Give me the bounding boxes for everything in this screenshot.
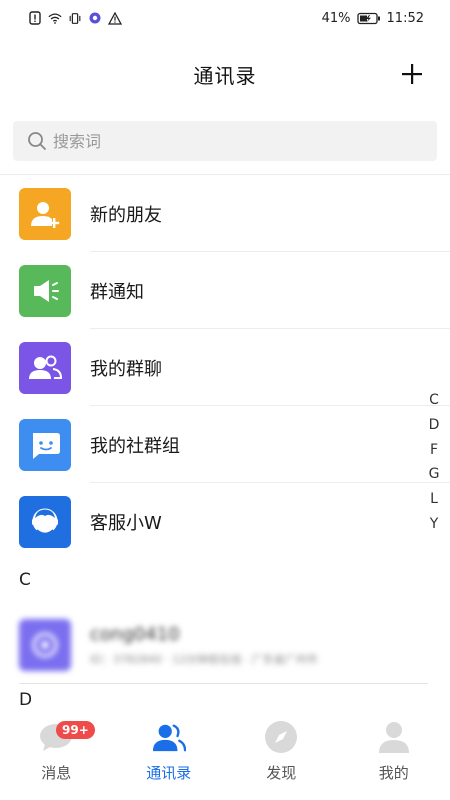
app-notification-icon (88, 11, 102, 25)
speaker-icon (19, 264, 71, 317)
index-letter[interactable]: F (430, 438, 438, 463)
entry-label: 我的群聊 (90, 358, 162, 380)
tab-label: 消息 (41, 764, 72, 782)
entry-group-notice[interactable]: 群通知 (0, 252, 450, 329)
search-input[interactable] (53, 131, 413, 151)
entry-label: 群通知 (90, 281, 144, 303)
battery-percent: 41% (321, 10, 351, 26)
alert-icon (28, 11, 42, 25)
add-friend-icon (19, 187, 71, 240)
tab-contacts[interactable]: 通讯录 (113, 708, 226, 800)
tab-bar: 99+ 消息 通讯录 发现 我的 (0, 708, 450, 800)
warning-icon (108, 11, 122, 25)
chat-face-icon (19, 418, 71, 471)
plus-icon (402, 64, 422, 84)
compass-icon (264, 720, 298, 754)
section-header-c: C (19, 570, 31, 590)
entry-new-friends[interactable]: 新的朋友 (0, 175, 450, 252)
vibrate-icon (68, 11, 82, 25)
search-bar[interactable] (13, 121, 437, 161)
tab-label: 通讯录 (146, 764, 192, 782)
battery-icon (356, 11, 381, 25)
tab-label: 我的 (378, 764, 409, 782)
wifi-icon (48, 11, 62, 25)
entry-customer-service[interactable]: 客服小W (0, 483, 450, 560)
index-letter[interactable]: G (429, 462, 440, 487)
entry-label: 客服小W (90, 512, 162, 534)
contact-subtitle: ID：3782840 · 12分钟前在线 · 广东省广州市 (90, 652, 318, 666)
clock: 11:52 (386, 10, 424, 26)
group-icon (19, 341, 71, 394)
index-letter[interactable]: C (429, 388, 439, 413)
tab-me[interactable]: 我的 (338, 708, 450, 800)
entry-label: 新的朋友 (90, 204, 162, 226)
status-left (28, 11, 122, 25)
header: 通讯录 (0, 50, 450, 98)
customer-service-icon (19, 495, 71, 548)
status-right: 41% 11:52 (322, 11, 424, 26)
profile-icon (377, 720, 411, 754)
search-icon (27, 131, 47, 151)
tab-label: 发现 (266, 764, 297, 782)
contact-name: cong0410 (90, 623, 180, 645)
entry-label: 我的社群组 (90, 435, 180, 457)
function-list: 新的朋友 群通知 我的群聊 我的社群组 客服小W (0, 175, 450, 560)
divider (19, 683, 428, 684)
page-title: 通讯录 (193, 63, 257, 88)
entry-my-communities[interactable]: 我的社群组 (0, 406, 450, 483)
entry-my-groups[interactable]: 我的群聊 (0, 329, 450, 406)
section-header-d: D (19, 690, 33, 710)
tab-messages[interactable]: 99+ 消息 (0, 708, 113, 800)
avatar (19, 619, 71, 671)
alphabet-index: C D F G L Y (426, 388, 442, 537)
unread-badge: 99+ (56, 721, 95, 739)
tab-discover[interactable]: 发现 (225, 708, 338, 800)
status-bar: 41% 11:52 (0, 0, 450, 36)
index-letter[interactable]: L (430, 487, 438, 512)
add-contact-button[interactable] (396, 58, 428, 90)
contact-item[interactable]: cong0410 ID：3782840 · 12分钟前在线 · 广东省广州市 (0, 607, 450, 683)
index-letter[interactable]: Y (430, 512, 439, 537)
index-letter[interactable]: D (429, 413, 440, 438)
contact-text: cong0410 ID：3782840 · 12分钟前在线 · 广东省广州市 (90, 624, 318, 667)
contacts-icon (152, 720, 186, 754)
